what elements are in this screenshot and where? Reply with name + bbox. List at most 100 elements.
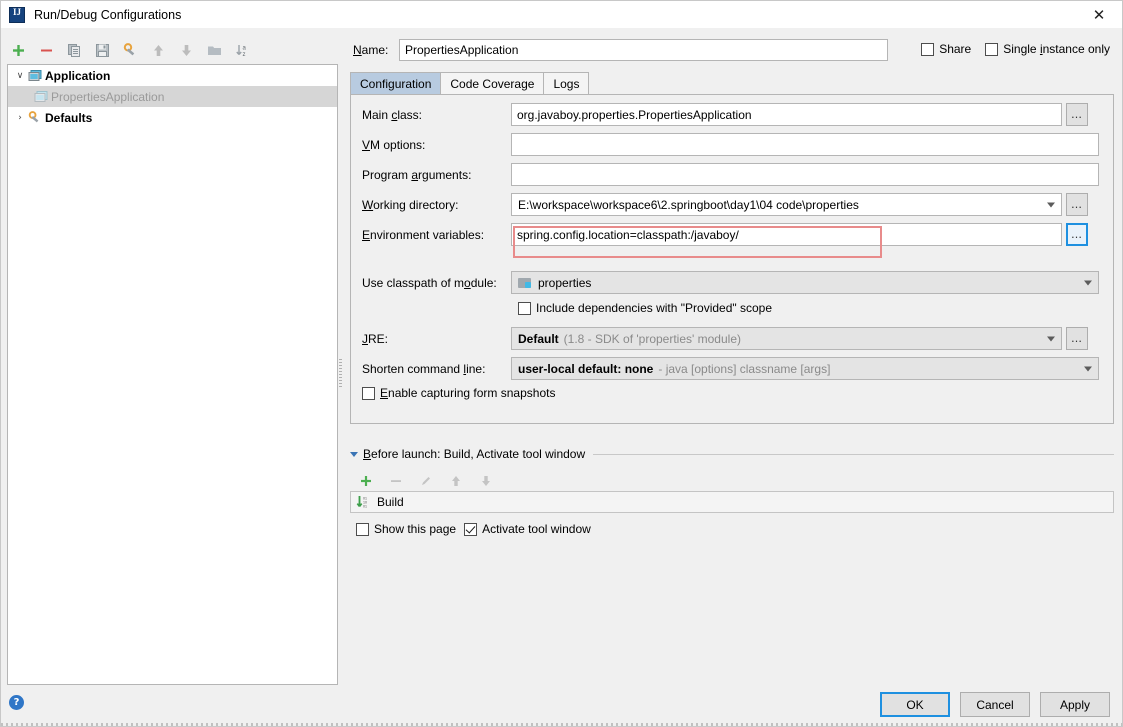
move-task-down-button[interactable]: [473, 469, 499, 493]
save-configuration-button[interactable]: [89, 38, 115, 62]
svg-text:z: z: [242, 52, 245, 58]
window-bottom-edge: [1, 723, 1122, 726]
checkbox-box: [518, 302, 531, 315]
use-classpath-of-module-label: Use classpath of module:: [351, 276, 511, 290]
tab-logs[interactable]: Logs: [543, 72, 589, 94]
triangle-down-icon[interactable]: [350, 452, 358, 457]
configurations-toolbar: a z: [5, 37, 335, 63]
jre-row: JRE: Default (1.8 - SDK of 'properties' …: [351, 327, 1088, 350]
main-class-browse-button[interactable]: …: [1066, 103, 1088, 126]
environment-variables-label: Environment variables:: [351, 228, 511, 242]
ellipsis-icon: …: [1071, 336, 1083, 342]
working-directory-combo[interactable]: E:\workspace\workspace6\2.springboot\day…: [511, 193, 1062, 216]
chevron-down-icon[interactable]: [1084, 280, 1092, 285]
ok-button[interactable]: OK: [880, 692, 950, 717]
tab-configuration[interactable]: Configuration: [350, 72, 441, 94]
activate-tool-window-label: Activate tool window: [482, 522, 591, 536]
application-icon: [34, 90, 48, 103]
name-input[interactable]: [399, 39, 888, 61]
title-bar: Run/Debug Configurations ✕: [1, 1, 1122, 28]
working-directory-value: E:\workspace\workspace6\2.springboot\day…: [518, 198, 859, 212]
share-label: Share: [939, 42, 971, 56]
add-task-button[interactable]: [353, 469, 379, 493]
before-launch-header: Before launch: Build, Activate tool wind…: [350, 447, 1114, 461]
arrow-up-icon: [151, 43, 166, 58]
remove-configuration-button[interactable]: [33, 38, 59, 62]
ellipsis-icon: …: [1071, 202, 1083, 208]
svg-text:a: a: [242, 45, 246, 51]
main-class-label: Main class:: [351, 108, 511, 122]
move-task-up-button[interactable]: [443, 469, 469, 493]
apply-button[interactable]: Apply: [1040, 692, 1110, 717]
task-label: Build: [377, 495, 404, 509]
use-classpath-of-module-value: properties: [538, 276, 591, 290]
configurations-tree[interactable]: ∨ Application PropertiesApplication › De: [7, 64, 338, 685]
save-icon: [95, 43, 110, 58]
share-checkbox[interactable]: Share: [921, 42, 971, 56]
program-arguments-row: Program arguments:: [351, 163, 1099, 186]
ellipsis-icon: …: [1071, 112, 1083, 118]
vm-options-input[interactable]: [511, 133, 1099, 156]
configuration-tab-panel: Main class: org.javaboy.properties.Prope…: [350, 94, 1114, 424]
chevron-down-icon[interactable]: ∨: [12, 68, 28, 84]
minus-icon: [389, 474, 403, 488]
tree-item-defaults[interactable]: › Defaults: [8, 107, 337, 128]
shorten-command-line-value-primary: user-local default: none: [518, 362, 653, 376]
single-instance-only-checkbox[interactable]: Single instance only: [985, 42, 1110, 56]
close-icon[interactable]: ✕: [1076, 1, 1122, 28]
activate-tool-window-checkbox[interactable]: Activate tool window: [464, 522, 591, 536]
ellipsis-icon: …: [1071, 232, 1083, 238]
shorten-command-line-row: Shorten command line: user-local default…: [351, 357, 1099, 380]
vm-options-row: VM options:: [351, 133, 1099, 156]
chevron-down-icon[interactable]: [1084, 366, 1092, 371]
jre-browse-button[interactable]: …: [1066, 327, 1088, 350]
cancel-button[interactable]: Cancel: [960, 692, 1030, 717]
plus-icon: [359, 474, 373, 488]
before-launch-options: Show this page Activate tool window: [356, 522, 591, 536]
jre-value-primary: Default: [518, 332, 559, 346]
use-classpath-of-module-combo[interactable]: properties: [511, 271, 1099, 294]
tree-item-properties-application[interactable]: PropertiesApplication: [8, 86, 337, 107]
tree-item-label: Application: [45, 69, 110, 83]
working-directory-browse-button[interactable]: …: [1066, 193, 1088, 216]
environment-variables-browse-button[interactable]: …: [1066, 223, 1088, 246]
jre-combo[interactable]: Default (1.8 - SDK of 'properties' modul…: [511, 327, 1062, 350]
main-class-input[interactable]: org.javaboy.properties.PropertiesApplica…: [511, 103, 1062, 126]
add-configuration-button[interactable]: [5, 38, 31, 62]
program-arguments-input[interactable]: [511, 163, 1099, 186]
tab-code-coverage[interactable]: Code Coverage: [440, 72, 544, 94]
new-folder-button[interactable]: [201, 38, 227, 62]
plus-icon: [11, 43, 26, 58]
edit-templates-button[interactable]: [117, 38, 143, 62]
tree-item-label: Defaults: [45, 111, 92, 125]
chevron-right-icon[interactable]: ›: [12, 110, 28, 126]
before-launch-task-list[interactable]: 01 10 01 Build: [350, 491, 1114, 513]
include-provided-scope-checkbox[interactable]: Include dependencies with "Provided" sco…: [518, 301, 772, 315]
application-icon: [28, 69, 42, 82]
environment-variables-input[interactable]: spring.config.location=classpath:/javabo…: [511, 223, 1062, 246]
remove-task-button[interactable]: [383, 469, 409, 493]
configuration-tabs: Configuration Code Coverage Logs: [350, 72, 588, 94]
tree-item-application[interactable]: ∨ Application: [8, 65, 337, 86]
enable-form-snapshots-checkbox[interactable]: Enable capturing form snapshots: [362, 386, 555, 400]
sort-az-button[interactable]: a z: [229, 38, 255, 62]
arrow-down-icon: [479, 474, 493, 488]
copy-configuration-button[interactable]: [61, 38, 87, 62]
chevron-down-icon[interactable]: [1047, 202, 1055, 207]
panel-splitter[interactable]: [338, 64, 343, 685]
enable-form-snapshots-label: Enable capturing form snapshots: [380, 386, 555, 400]
show-this-page-checkbox[interactable]: Show this page: [356, 522, 456, 536]
wrench-icon: [123, 43, 138, 58]
move-down-button[interactable]: [173, 38, 199, 62]
wrench-icon: [28, 111, 42, 124]
move-up-button[interactable]: [145, 38, 171, 62]
shorten-command-line-combo[interactable]: user-local default: none - java [options…: [511, 357, 1099, 380]
shorten-command-line-value-secondary: - java [options] classname [args]: [658, 362, 830, 376]
checkbox-box: [464, 523, 477, 536]
jre-value-secondary: (1.8 - SDK of 'properties' module): [564, 332, 741, 346]
copy-icon: [67, 43, 82, 58]
edit-task-button[interactable]: [413, 469, 439, 493]
svg-text:01: 01: [363, 505, 367, 509]
chevron-down-icon[interactable]: [1047, 336, 1055, 341]
help-question-icon[interactable]: ?: [9, 695, 24, 710]
